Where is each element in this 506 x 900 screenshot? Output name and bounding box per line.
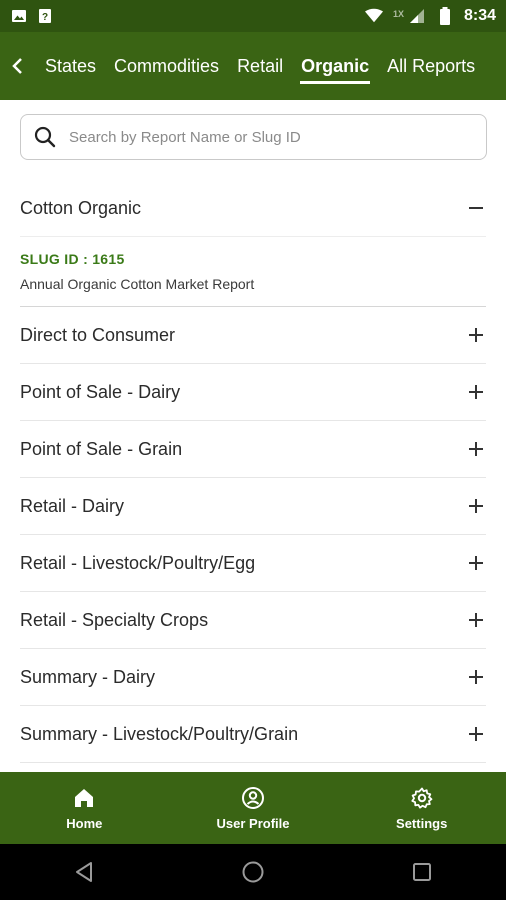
- search-icon: [34, 126, 56, 148]
- circle-home-icon: [242, 861, 264, 883]
- plus-icon[interactable]: [466, 496, 486, 516]
- system-recents-button[interactable]: [402, 852, 442, 892]
- image-notification-icon: [10, 7, 28, 25]
- battery-icon: [436, 7, 454, 25]
- plus-icon[interactable]: [466, 724, 486, 744]
- list-item-label: Retail - Dairy: [20, 495, 125, 516]
- list-item-label: Retail - Specialty Crops: [20, 609, 209, 630]
- list-item-retail-livestock-poultry-egg[interactable]: Retail - Livestock/Poultry/Egg: [20, 535, 486, 592]
- plus-icon[interactable]: [466, 382, 486, 402]
- list-item-cotton-organic[interactable]: Cotton Organic: [20, 180, 486, 237]
- wifi-icon: [364, 7, 383, 25]
- clock: 8:34: [463, 7, 496, 24]
- list-item-label: Cotton Organic: [20, 197, 142, 218]
- tab-organic[interactable]: Organic: [292, 32, 378, 100]
- report-name: Annual Organic Cotton Market Report: [20, 276, 255, 292]
- plus-icon[interactable]: [466, 610, 486, 630]
- list-item-label: Direct to Consumer: [20, 324, 176, 345]
- bottom-nav-bar: Home User Profile Settings: [0, 772, 506, 844]
- bottom-nav-settings[interactable]: Settings: [337, 772, 506, 844]
- minus-icon[interactable]: [466, 198, 486, 218]
- bottom-nav-label: User Profile: [216, 815, 290, 831]
- tab-retail[interactable]: Retail: [228, 32, 292, 100]
- list-item-retail-specialty-crops[interactable]: Retail - Specialty Crops: [20, 592, 486, 649]
- plus-icon[interactable]: [466, 325, 486, 345]
- network-type-label: 1X: [392, 9, 404, 19]
- list-item-label: Point of Sale - Dairy: [20, 381, 181, 402]
- triangle-back-icon: [76, 862, 93, 882]
- system-nav-bar: [0, 844, 506, 900]
- list-item-point-of-sale-dairy[interactable]: Point of Sale - Dairy: [20, 364, 486, 421]
- list-item-point-of-sale-grain[interactable]: Point of Sale - Grain: [20, 421, 486, 478]
- slug-id: SLUG ID : 1615: [20, 251, 125, 267]
- plus-icon[interactable]: [466, 553, 486, 573]
- list-item-label: Point of Sale - Grain: [20, 438, 183, 459]
- list-item-summary-dairy[interactable]: Summary - Dairy: [20, 649, 486, 706]
- square-recents-icon: [412, 863, 431, 881]
- list-item-direct-to-consumer[interactable]: Direct to Consumer: [20, 307, 486, 364]
- user-profile-icon: [242, 786, 264, 809]
- list-item-retail-dairy[interactable]: Retail - Dairy: [20, 478, 486, 535]
- unknown-notification-icon: ?: [36, 7, 54, 25]
- plus-icon[interactable]: [466, 667, 486, 687]
- search-box[interactable]: [20, 114, 487, 160]
- system-home-button[interactable]: [233, 852, 273, 892]
- system-back-button[interactable]: [64, 852, 104, 892]
- plus-icon[interactable]: [466, 439, 486, 459]
- back-button[interactable]: [0, 32, 36, 100]
- gear-icon: [411, 787, 433, 808]
- signal-icon: [408, 7, 426, 25]
- category-tabs: States Commodities Retail Organic All Re…: [36, 32, 484, 100]
- report-category-list: Cotton Organic SLUG ID : 1615 Annual Org…: [0, 180, 506, 763]
- list-item-summary-livestock-poultry-grain[interactable]: Summary - Livestock/Poultry/Grain: [20, 706, 486, 763]
- list-item-label: Summary - Dairy: [20, 666, 156, 687]
- bottom-nav-label: Home: [66, 815, 103, 831]
- home-icon: [75, 788, 94, 807]
- report-detail[interactable]: SLUG ID : 1615 Annual Organic Cotton Mar…: [20, 237, 486, 307]
- tab-commodities[interactable]: Commodities: [105, 32, 228, 100]
- list-item-label: Retail - Livestock/Poultry/Egg: [20, 552, 256, 573]
- svg-text:?: ?: [42, 12, 48, 23]
- tab-all-reports[interactable]: All Reports: [378, 32, 484, 100]
- tab-states[interactable]: States: [36, 32, 105, 100]
- chevron-left-icon: [12, 58, 22, 74]
- status-bar: ? 1X 8:34: [0, 0, 506, 32]
- top-nav-bar: States Commodities Retail Organic All Re…: [0, 32, 506, 100]
- bottom-nav-home[interactable]: Home: [0, 772, 169, 844]
- bottom-nav-user-profile[interactable]: User Profile: [169, 772, 338, 844]
- list-item-label: Summary - Livestock/Poultry/Grain: [20, 723, 299, 744]
- search-input[interactable]: [69, 128, 474, 146]
- bottom-nav-label: Settings: [396, 815, 448, 831]
